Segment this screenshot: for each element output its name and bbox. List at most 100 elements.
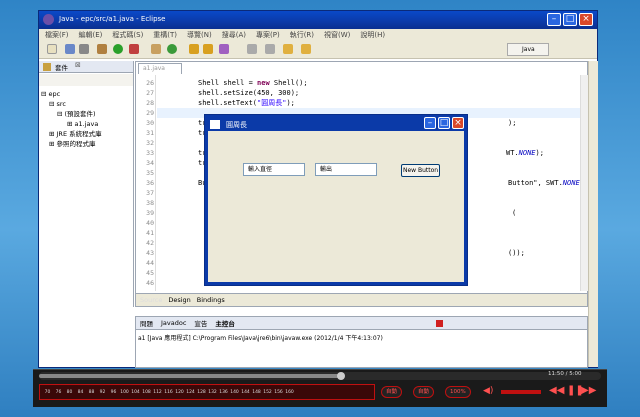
annotation-icon[interactable] bbox=[247, 44, 257, 54]
swt-minimize-button[interactable]: – bbox=[424, 117, 436, 129]
open-folder-icon[interactable] bbox=[203, 44, 213, 54]
chapter-number[interactable]: 92 bbox=[98, 390, 107, 395]
new-button[interactable]: New Button bbox=[401, 164, 440, 177]
run-icon[interactable] bbox=[113, 44, 123, 54]
back-icon[interactable] bbox=[283, 44, 293, 54]
chapter-number[interactable]: 148 bbox=[252, 390, 261, 395]
code-line-tail[interactable]: ()); bbox=[508, 248, 525, 258]
tab-source[interactable]: Source bbox=[140, 296, 162, 304]
tab-problems[interactable]: 問題 bbox=[140, 318, 153, 328]
output-field[interactable]: 輸出 bbox=[315, 163, 377, 176]
code-line-tail[interactable]: ( bbox=[512, 208, 516, 218]
external-tools-icon[interactable] bbox=[129, 44, 139, 54]
swt-close-button[interactable]: × bbox=[452, 117, 464, 129]
tab-javadoc[interactable]: Javadoc bbox=[161, 319, 186, 327]
menu-edit[interactable]: 編輯(E) bbox=[79, 30, 103, 40]
swt-maximize-button[interactable]: □ bbox=[438, 117, 450, 129]
prev-icon[interactable]: ◀◀ bbox=[549, 385, 564, 396]
chapter-number[interactable]: 160 bbox=[285, 390, 294, 395]
menu-file[interactable]: 檔案(F) bbox=[45, 30, 69, 40]
diameter-input[interactable]: 輸入直徑 bbox=[243, 163, 305, 176]
console-tabs: 問題 Javadoc 宣告 主控台 bbox=[136, 317, 587, 330]
editor-scrollbar[interactable] bbox=[580, 75, 588, 291]
menu-run[interactable]: 執行(R) bbox=[290, 30, 314, 40]
code-line[interactable]: shell.setText("圓周長"); bbox=[198, 98, 295, 108]
chapter-number[interactable]: 70 bbox=[43, 390, 52, 395]
chapter-number[interactable]: 116 bbox=[164, 390, 173, 395]
menu-navigate[interactable]: 導覽(N) bbox=[187, 30, 212, 40]
time-readout: 11:50 / 5:00 bbox=[548, 371, 582, 377]
tab-console[interactable]: 主控台 bbox=[215, 318, 235, 328]
chapter-number[interactable]: 104 bbox=[131, 390, 140, 395]
open-type-icon[interactable] bbox=[189, 44, 199, 54]
menu-help[interactable]: 說明(H) bbox=[360, 30, 385, 40]
close-button[interactable]: × bbox=[579, 13, 593, 26]
tab-bindings[interactable]: Bindings bbox=[197, 296, 225, 304]
editor-tab[interactable]: a1.java bbox=[138, 63, 182, 74]
package-explorer-label: 套件 bbox=[55, 64, 68, 72]
tab-declaration[interactable]: 宣告 bbox=[194, 318, 207, 328]
print-icon[interactable] bbox=[79, 44, 89, 54]
zoom-button[interactable]: 100% bbox=[445, 386, 471, 398]
close-view-icon[interactable]: ⊠ bbox=[75, 61, 81, 69]
tree-item-project[interactable]: ⊟ epc bbox=[41, 89, 102, 99]
code-line[interactable]: Shell shell = new Shell(); bbox=[198, 78, 308, 88]
chapter-number[interactable]: 76 bbox=[54, 390, 63, 395]
java-perspective-button[interactable]: Java bbox=[507, 43, 549, 56]
volume-icon[interactable]: ◀) bbox=[483, 386, 493, 396]
menu-refactor[interactable]: 重構(T) bbox=[153, 30, 177, 40]
seek-handle[interactable] bbox=[337, 372, 345, 380]
explorer-toolbar bbox=[39, 74, 133, 86]
code-line[interactable]: shell.setSize(450, 300); bbox=[198, 88, 299, 98]
tree-item-src[interactable]: ⊟ src bbox=[41, 99, 102, 109]
menu-search[interactable]: 搜尋(A) bbox=[222, 30, 246, 40]
chapter-number[interactable]: 144 bbox=[241, 390, 250, 395]
chapter-number[interactable]: 156 bbox=[274, 390, 283, 395]
next-icon[interactable]: ▶▶ bbox=[581, 385, 596, 396]
line-number: 38 bbox=[146, 199, 154, 207]
chapter-number[interactable]: 88 bbox=[87, 390, 96, 395]
tab-design[interactable]: Design bbox=[168, 296, 190, 304]
menu-source[interactable]: 程式碼(S) bbox=[112, 30, 143, 40]
new-icon[interactable] bbox=[47, 44, 57, 54]
chapter-number[interactable]: 124 bbox=[186, 390, 195, 395]
package-icon bbox=[43, 63, 51, 71]
minimize-button[interactable]: – bbox=[547, 13, 561, 26]
chapter-strip: 70 76 80 84 88 92 96 100 104 108 112 116… bbox=[39, 384, 375, 400]
code-line-tail[interactable]: ); bbox=[508, 118, 516, 128]
chapter-number[interactable]: 96 bbox=[109, 390, 118, 395]
new-java-project-icon[interactable] bbox=[151, 44, 161, 54]
package-explorer-tab[interactable]: 套件 ⊠ bbox=[39, 61, 133, 73]
chapter-number[interactable]: 152 bbox=[263, 390, 272, 395]
tree-item-java-file[interactable]: ⊞ a1.java bbox=[41, 119, 102, 129]
forward-icon[interactable] bbox=[301, 44, 311, 54]
chapter-number[interactable]: 132 bbox=[208, 390, 217, 395]
chapter-number[interactable]: 112 bbox=[153, 390, 162, 395]
chapter-number[interactable]: 100 bbox=[120, 390, 129, 395]
code-line-tail[interactable]: WT.NONE); bbox=[506, 148, 544, 158]
debug-icon[interactable] bbox=[97, 44, 107, 54]
chapter-number[interactable]: 128 bbox=[197, 390, 206, 395]
tree-item-jre-library[interactable]: ⊞ JRE 系統程式庫 bbox=[41, 129, 102, 139]
chapter-number[interactable]: 136 bbox=[219, 390, 228, 395]
terminate-icon[interactable] bbox=[436, 320, 443, 327]
auto-button-1[interactable]: 自動 bbox=[381, 386, 403, 398]
menu-window[interactable]: 視窗(W) bbox=[324, 30, 350, 40]
auto-button-2[interactable]: 自動 bbox=[413, 386, 435, 398]
menu-project[interactable]: 專案(P) bbox=[256, 30, 280, 40]
tree-item-default-package[interactable]: ⊟ (預設套件) bbox=[41, 109, 102, 119]
save-icon[interactable] bbox=[65, 44, 75, 54]
chapter-number[interactable]: 140 bbox=[230, 390, 239, 395]
search-icon[interactable] bbox=[219, 44, 229, 54]
chapter-number[interactable]: 80 bbox=[65, 390, 74, 395]
new-class-icon[interactable] bbox=[167, 44, 177, 54]
maximize-button[interactable]: □ bbox=[563, 13, 577, 26]
chapter-number[interactable]: 84 bbox=[76, 390, 85, 395]
next-annotation-icon[interactable] bbox=[265, 44, 275, 54]
chapter-number[interactable]: 120 bbox=[175, 390, 184, 395]
code-line-tail[interactable]: Button", SWT.NONE bbox=[508, 178, 580, 188]
chapter-number[interactable]: 108 bbox=[142, 390, 151, 395]
volume-slider[interactable] bbox=[501, 390, 541, 394]
seek-bar[interactable] bbox=[39, 372, 601, 380]
tree-item-referenced-libraries[interactable]: ⊞ 參照的程式庫 bbox=[41, 139, 102, 149]
